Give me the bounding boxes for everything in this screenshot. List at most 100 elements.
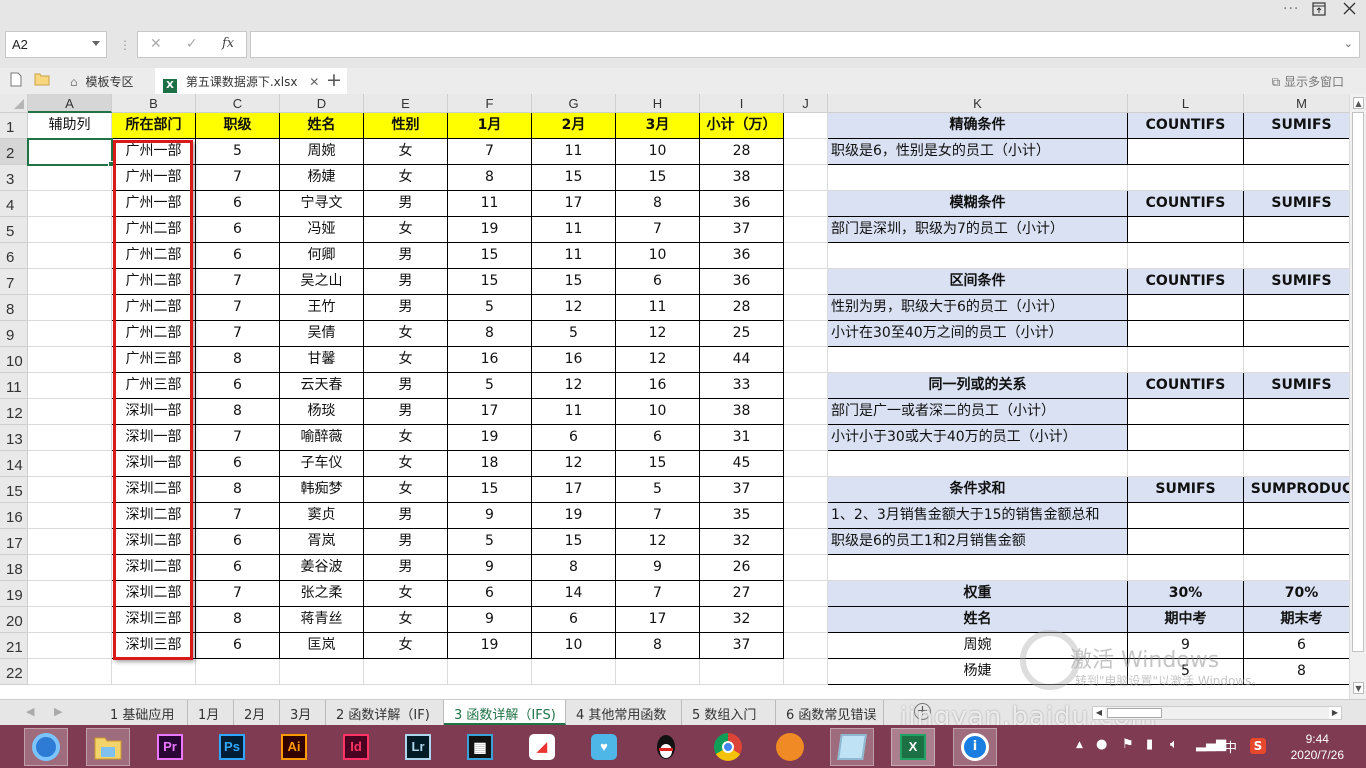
table-cell[interactable]: 吴之山 <box>280 269 364 295</box>
empty-cell[interactable] <box>784 581 828 607</box>
table-cell[interactable]: 喻醉薇 <box>280 425 364 451</box>
table-cell[interactable]: 32 <box>700 607 784 633</box>
result-cell[interactable] <box>1244 399 1360 425</box>
table-cell[interactable]: 38 <box>700 165 784 191</box>
table-cell[interactable]: 女 <box>364 477 448 503</box>
table-cell[interactable]: 宁寻文 <box>280 191 364 217</box>
table-cell[interactable]: 杨婕 <box>280 165 364 191</box>
select-all-corner[interactable] <box>0 94 28 113</box>
column-header-B[interactable]: B <box>112 94 196 113</box>
table-cell[interactable]: 8 <box>448 165 532 191</box>
empty-cell[interactable] <box>196 659 280 685</box>
empty-cell[interactable] <box>1128 555 1244 581</box>
table-cell[interactable]: 5 <box>448 529 532 555</box>
result-cell[interactable] <box>1128 217 1244 243</box>
table-cell[interactable]: 6 <box>196 243 280 269</box>
table-cell[interactable]: 女 <box>364 451 448 477</box>
name-header[interactable]: 姓名 <box>828 607 1128 633</box>
table-cell[interactable]: 37 <box>700 633 784 659</box>
table-cell[interactable]: 深圳二部 <box>112 503 196 529</box>
table-cell[interactable]: 28 <box>700 295 784 321</box>
expand-formula-icon[interactable]: ⌄ <box>1344 37 1353 50</box>
table-cell[interactable]: 广州二部 <box>112 321 196 347</box>
table-header[interactable]: 2月 <box>532 113 616 139</box>
table-cell[interactable]: 15 <box>616 451 700 477</box>
scroll-down-icon[interactable]: ▼ <box>1353 682 1364 694</box>
table-cell[interactable]: 6 <box>616 269 700 295</box>
condition-label[interactable]: 部门是广一或者深二的员工（小计） <box>828 399 1128 425</box>
table-cell[interactable]: 11 <box>448 191 532 217</box>
sogou-ime-icon[interactable]: S <box>1250 738 1266 754</box>
table-cell[interactable]: 8 <box>616 633 700 659</box>
empty-cell[interactable] <box>1128 451 1244 477</box>
table-cell[interactable]: 15 <box>448 477 532 503</box>
illustrator-app[interactable]: Ai <box>272 728 316 766</box>
empty-cell[interactable] <box>784 659 828 685</box>
condition-label[interactable]: 部门是深圳，职级为7的员工（小计） <box>828 217 1128 243</box>
empty-cell[interactable] <box>280 659 364 685</box>
table-cell[interactable]: 广州三部 <box>112 347 196 373</box>
table-cell[interactable]: 匡岚 <box>280 633 364 659</box>
midterm-header[interactable]: 期中考 <box>1128 607 1244 633</box>
empty-cell[interactable] <box>784 217 828 243</box>
table-cell[interactable]: 6 <box>532 607 616 633</box>
table-cell[interactable]: 8 <box>196 477 280 503</box>
cancel-icon[interactable]: ✕ <box>150 36 162 52</box>
column-header-L[interactable]: L <box>1128 94 1244 113</box>
empty-cell[interactable] <box>28 243 112 269</box>
table-cell[interactable]: 男 <box>364 243 448 269</box>
table-cell[interactable]: 6 <box>196 451 280 477</box>
table-cell[interactable]: 9 <box>448 503 532 529</box>
column-header-C[interactable]: C <box>196 94 280 113</box>
table-cell[interactable]: 女 <box>364 581 448 607</box>
condition-label[interactable]: 性别为男，职级大于6的员工（小计） <box>828 295 1128 321</box>
table-cell[interactable]: 5 <box>448 373 532 399</box>
system-clock[interactable]: 9:44 2020/7/26 <box>1291 731 1344 763</box>
scroll-right-icon[interactable]: ▶ <box>1329 707 1341 719</box>
empty-cell[interactable] <box>28 581 112 607</box>
tab-file[interactable]: X 第五课数据源下.xlsx ✕ <box>155 68 347 94</box>
empty-cell[interactable] <box>1244 347 1360 373</box>
chevron-down-icon[interactable] <box>92 41 100 46</box>
table-cell[interactable]: 6 <box>196 529 280 555</box>
empty-cell[interactable] <box>784 243 828 269</box>
section-title[interactable]: 精确条件 <box>828 113 1128 139</box>
column-header-J[interactable]: J <box>784 94 828 113</box>
table-cell[interactable]: 甘馨 <box>280 347 364 373</box>
empty-cell[interactable] <box>28 295 112 321</box>
empty-cell[interactable] <box>784 555 828 581</box>
restore-icon[interactable] <box>1312 2 1326 20</box>
table-cell[interactable]: 广州二部 <box>112 295 196 321</box>
table-cell[interactable]: 男 <box>364 555 448 581</box>
helper-column-header[interactable]: 辅助列 <box>28 113 112 139</box>
section-col-header[interactable]: COUNTIFS <box>1128 191 1244 217</box>
table-cell[interactable]: 12 <box>616 321 700 347</box>
table-cell[interactable]: 15 <box>532 529 616 555</box>
empty-cell[interactable] <box>28 633 112 659</box>
empty-cell[interactable] <box>28 503 112 529</box>
fruit-app[interactable]: ◢ <box>520 728 564 766</box>
table-cell[interactable]: 男 <box>364 529 448 555</box>
result-cell[interactable] <box>1128 399 1244 425</box>
result-cell[interactable] <box>1244 503 1360 529</box>
row-header-22[interactable]: 22 <box>0 659 28 685</box>
battery-icon[interactable]: ▮ <box>1146 737 1153 752</box>
excel-app[interactable]: X <box>891 728 935 766</box>
row-header-6[interactable]: 6 <box>0 243 28 269</box>
table-cell[interactable]: 男 <box>364 191 448 217</box>
result-cell[interactable] <box>1244 529 1360 555</box>
table-cell[interactable]: 14 <box>532 581 616 607</box>
midterm-score[interactable]: 9 <box>1128 633 1244 659</box>
table-cell[interactable]: 17 <box>448 399 532 425</box>
video-editor-app[interactable]: ▦ <box>458 728 502 766</box>
vertical-scrollbar[interactable]: ▲ ▼ <box>1349 94 1366 699</box>
table-cell[interactable]: 25 <box>700 321 784 347</box>
condition-label[interactable]: 职级是6的员工1和2月销售金额 <box>828 529 1128 555</box>
result-cell[interactable] <box>1244 321 1360 347</box>
table-cell[interactable]: 女 <box>364 633 448 659</box>
table-cell[interactable]: 12 <box>532 451 616 477</box>
row-header-21[interactable]: 21 <box>0 633 28 659</box>
weight-final[interactable]: 70% <box>1244 581 1360 607</box>
empty-cell[interactable] <box>28 165 112 191</box>
row-header-4[interactable]: 4 <box>0 191 28 217</box>
